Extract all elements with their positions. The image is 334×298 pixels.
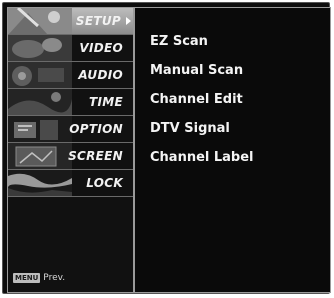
submenu-item-manual-scan[interactable]: Manual Scan	[150, 61, 254, 90]
submenu-item-channel-label[interactable]: Channel Label	[150, 148, 254, 177]
prev-navigation-hint: MENU Prev.	[13, 273, 65, 283]
tv-menu-panel: SETUP VIDEO AUDIO TIME OPTION SCREEN LOC…	[7, 7, 331, 293]
menu-item-label: VIDEO	[79, 41, 123, 55]
submenu-item-channel-edit[interactable]: Channel Edit	[150, 90, 254, 119]
menu-item-option[interactable]: OPTION	[8, 116, 133, 143]
menu-item-lock[interactable]: LOCK	[8, 170, 133, 197]
prev-label: Prev.	[43, 273, 66, 283]
submenu-item-dtv-signal[interactable]: DTV Signal	[150, 119, 254, 148]
setup-thumbnail-icon	[8, 8, 72, 34]
main-menu-sidebar: SETUP VIDEO AUDIO TIME OPTION SCREEN LOC…	[8, 8, 135, 292]
submenu-item-ez-scan[interactable]: EZ Scan	[150, 32, 254, 61]
menu-item-label: OPTION	[69, 122, 123, 136]
menu-item-video[interactable]: VIDEO	[8, 35, 133, 62]
time-thumbnail-icon	[8, 89, 72, 115]
menu-item-audio[interactable]: AUDIO	[8, 62, 133, 89]
tv-menu-frame: SETUP VIDEO AUDIO TIME OPTION SCREEN LOC…	[2, 2, 331, 294]
menu-key-icon: MENU	[13, 273, 41, 283]
option-thumbnail-icon	[8, 116, 72, 142]
menu-item-label: SCREEN	[68, 149, 123, 163]
menu-item-label: TIME	[89, 95, 123, 109]
lock-thumbnail-icon	[8, 170, 72, 196]
setup-submenu: EZ Scan Manual Scan Channel Edit DTV Sig…	[150, 32, 254, 177]
menu-item-setup[interactable]: SETUP	[8, 8, 133, 35]
menu-item-label: LOCK	[86, 176, 123, 190]
menu-item-time[interactable]: TIME	[8, 89, 133, 116]
menu-item-label: SETUP	[75, 14, 121, 28]
audio-thumbnail-icon	[8, 62, 72, 88]
chevron-right-icon	[126, 17, 131, 25]
menu-item-screen[interactable]: SCREEN	[8, 143, 133, 170]
menu-item-label: AUDIO	[78, 68, 123, 82]
screen-thumbnail-icon	[8, 143, 72, 169]
video-thumbnail-icon	[8, 35, 72, 61]
